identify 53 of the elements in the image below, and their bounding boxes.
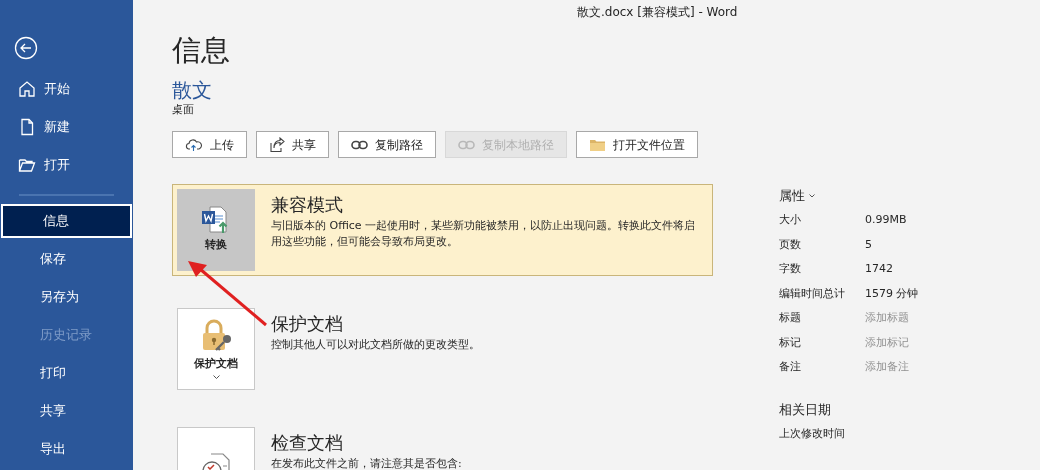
dropdown-caret-icon: [212, 375, 220, 380]
section-button[interactable]: 转换: [177, 189, 255, 271]
section-title: 兼容模式: [271, 193, 344, 217]
sidebar-item[interactable]: 导出: [0, 432, 133, 467]
document-location: 桌面: [172, 102, 195, 118]
folder-icon: [18, 156, 36, 174]
property-field[interactable]: 添加标记: [865, 334, 965, 351]
property-field[interactable]: 添加备注: [865, 359, 965, 376]
folder-icon: [589, 137, 606, 152]
sidebar-item[interactable]: 另存为: [0, 280, 133, 315]
sidebar-item[interactable]: 共享: [0, 394, 133, 429]
section-description: 在发布此文件之前，请注意其是否包含:: [271, 456, 462, 470]
related-dates-heading: 相关日期: [779, 400, 832, 419]
action-button[interactable]: 上传: [172, 131, 247, 158]
action-button[interactable]: 打开文件位置: [576, 131, 698, 158]
section-description: 控制其他人可以对此文档所做的更改类型。: [271, 337, 480, 353]
property-value: 1579 分钟: [865, 285, 919, 302]
section-title: 检查文档: [271, 431, 344, 455]
section-button[interactable]: 保护文档: [177, 308, 255, 390]
property-label: 标记: [779, 334, 802, 351]
page-heading: 信息: [172, 32, 231, 68]
document-icon: [18, 118, 36, 136]
chevron-down-icon: [809, 194, 815, 198]
sidebar-item[interactable]: 打开: [0, 148, 133, 182]
document-name: 散文: [172, 78, 213, 102]
sidebar-item[interactable]: 开始: [0, 72, 133, 106]
property-label: 页数: [779, 236, 802, 253]
sidebar-item[interactable]: 信息: [1, 203, 132, 239]
property-label: 标题: [779, 310, 802, 326]
property-label: 大小: [779, 212, 802, 228]
section-title: 保护文档: [271, 312, 344, 336]
property-value: 1742: [865, 261, 893, 277]
action-button[interactable]: 共享: [256, 131, 329, 158]
cloud-upload-icon: [185, 137, 203, 152]
share-icon: [269, 136, 285, 153]
home-icon: [18, 80, 36, 98]
property-label: 编辑时间总计: [779, 285, 846, 302]
sidebar-item[interactable]: 保存: [0, 242, 133, 277]
link-icon: [351, 139, 368, 150]
back-button[interactable]: [14, 36, 38, 60]
link-icon: [458, 139, 475, 150]
property-value: 5: [865, 236, 872, 253]
action-button[interactable]: 复制路径: [338, 131, 436, 158]
sidebar-item[interactable]: 新建: [0, 110, 133, 144]
property-field[interactable]: 添加标题: [865, 310, 965, 327]
property-label: 上次修改时间: [779, 425, 846, 442]
properties-heading: 属性: [779, 187, 805, 206]
window-title: 散文.docx [兼容模式] - Word: [577, 4, 738, 21]
sidebar-item[interactable]: 打印: [0, 356, 133, 391]
property-label: 字数: [779, 261, 802, 277]
property-value: 0.99MB: [865, 212, 907, 228]
property-label: 备注: [779, 359, 802, 375]
section-description: 与旧版本的 Office 一起使用时，某些新功能被禁用，以防止出现问题。转换此文件将启用这些功能，但可能会导致布局更改。: [271, 218, 697, 250]
